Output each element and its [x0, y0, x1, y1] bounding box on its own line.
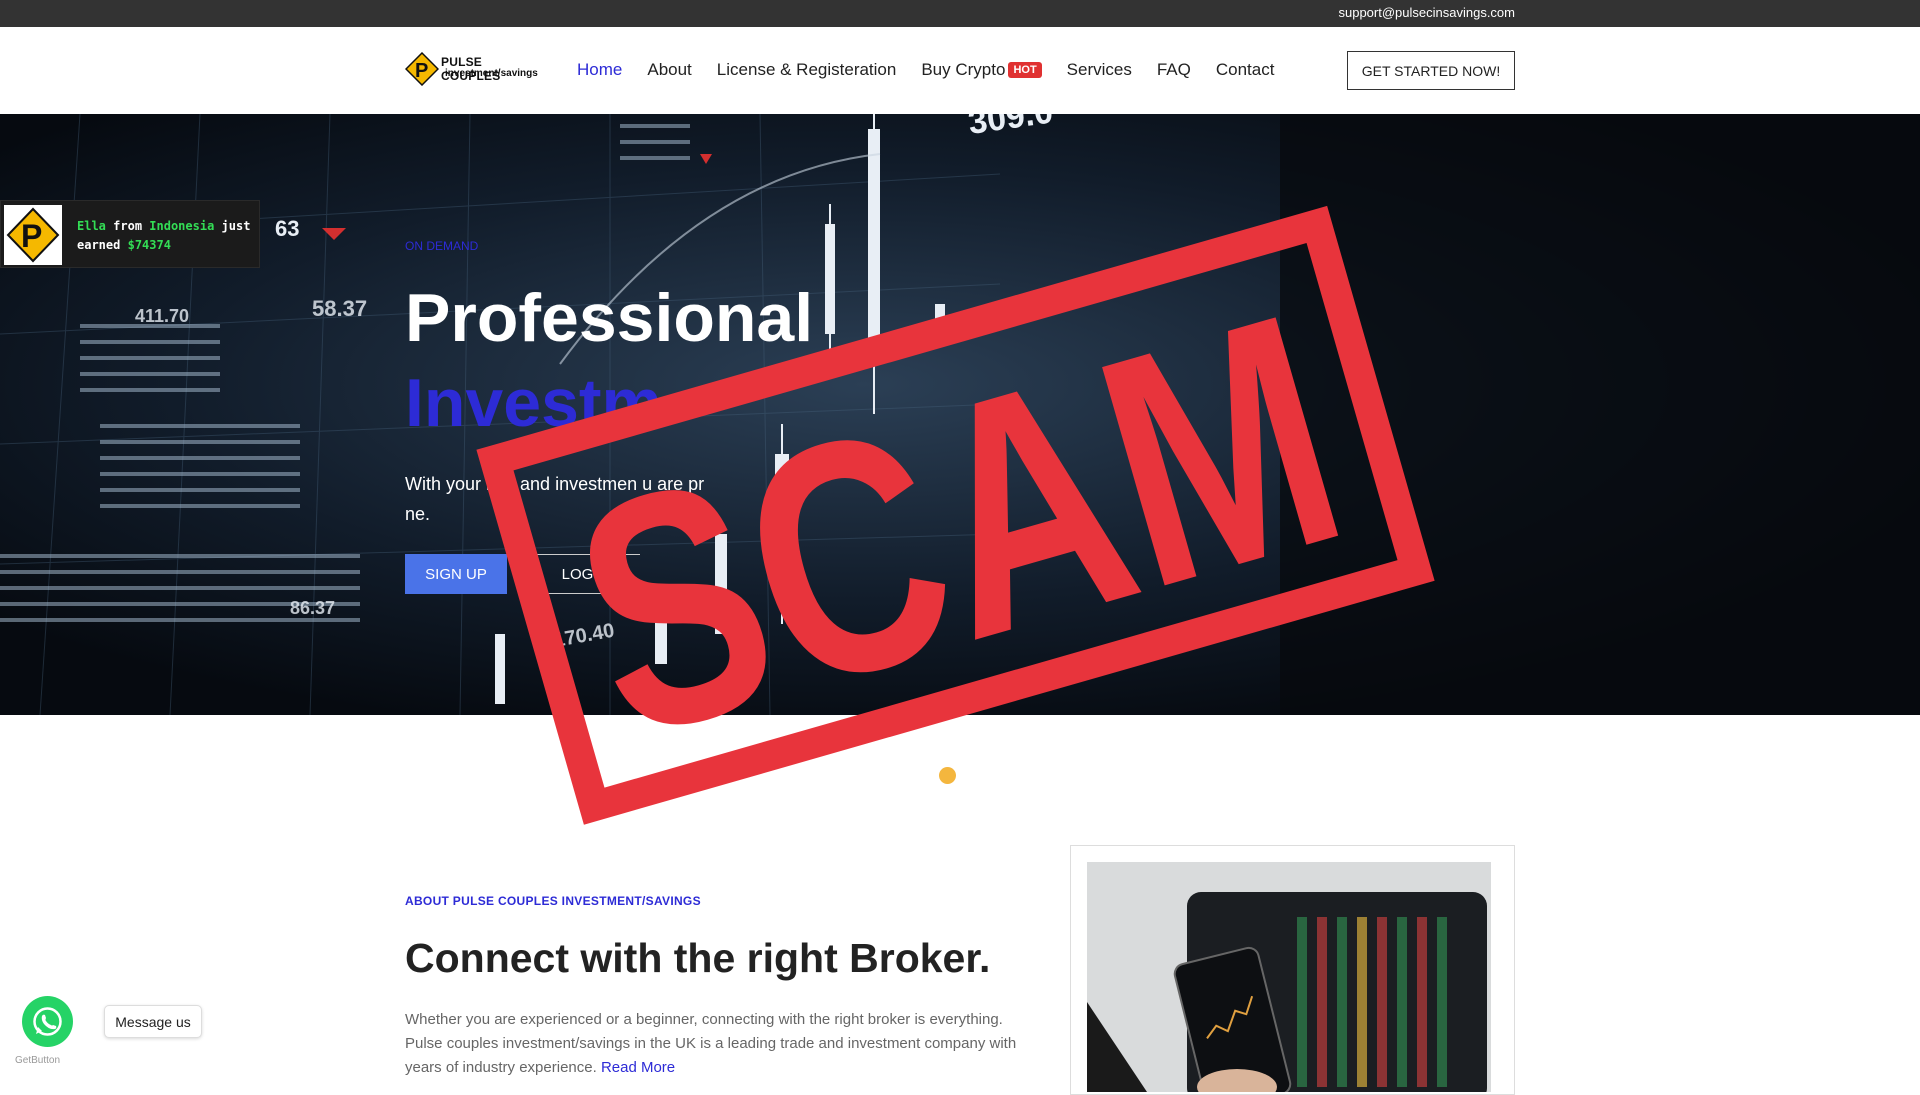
read-more-link[interactable]: Read More [601, 1059, 675, 1076]
slider-dot[interactable] [939, 767, 956, 784]
notification-name: Ella [77, 219, 106, 233]
chart-number-6: 86.37 [290, 598, 335, 618]
nav-license[interactable]: License & Registeration [717, 60, 897, 80]
about-paragraph: Whether you are experienced or a beginne… [405, 1011, 1017, 1076]
notification-text: Ella from Indonesia just earned $74374 [77, 217, 257, 255]
svg-text:P: P [415, 60, 428, 82]
notification-country: Indonesia [149, 219, 215, 233]
whatsapp-icon [33, 1007, 62, 1036]
nav-faq[interactable]: FAQ [1157, 60, 1191, 80]
nav-about[interactable]: About [647, 60, 691, 80]
hero-title-line-1: Professional [405, 280, 814, 356]
stock-chart-background: 309.0 63 58.37 411.70 170.40 86.37 [0, 114, 1920, 715]
notification-from: from [113, 219, 143, 233]
pulse-couples-logo-icon: P [405, 52, 439, 86]
earnings-notification[interactable]: P Ella from Indonesia just earned $74374 [0, 200, 260, 268]
main-nav: Home About License & Registeration Buy C… [577, 60, 1299, 80]
nav-contact[interactable]: Contact [1216, 60, 1275, 80]
top-bar: support@pulsecinsavings.com [0, 0, 1920, 27]
notification-just: just [221, 219, 251, 233]
hot-badge: HOT [1008, 62, 1042, 78]
nav-home[interactable]: Home [577, 60, 622, 80]
hero-title-line-2: Investm [405, 365, 662, 441]
chart-number-2: 63 [275, 216, 299, 241]
about-kicker: ABOUT PULSE COUPLES INVESTMENT/SAVINGS [405, 894, 701, 908]
hero-kicker: ON DEMAND [405, 239, 479, 253]
whatsapp-button[interactable] [22, 996, 73, 1047]
hero-banner: 309.0 63 58.37 411.70 170.40 86.37 ON DE… [0, 114, 1920, 715]
notification-earned: earned [77, 238, 121, 252]
site-header: P PULSE COUPLES investment/savings Home … [0, 27, 1920, 114]
nav-buy-crypto-label: Buy Crypto [921, 60, 1006, 79]
phone-trading-photo [1087, 862, 1491, 1092]
nav-services[interactable]: Services [1067, 60, 1132, 80]
getbutton-credit[interactable]: GetButton [15, 1055, 60, 1066]
site-logo[interactable]: P PULSE COUPLES investment/savings [405, 52, 540, 88]
pulse-couples-logo-icon: P [4, 205, 62, 265]
about-text: Whether you are experienced or a beginne… [405, 1008, 1035, 1080]
support-email[interactable]: support@pulsecinsavings.com [1338, 5, 1515, 20]
get-started-button[interactable]: GET STARTED NOW! [1347, 51, 1515, 90]
message-us-label[interactable]: Message us [104, 1005, 202, 1038]
about-title: Connect with the right Broker. [405, 935, 991, 981]
chart-number-4: 411.70 [135, 306, 189, 326]
hero-subtitle: With your ngs and investmen u are pr ne. [405, 474, 705, 524]
logo-line-2: investment/savings [445, 68, 538, 79]
chart-number-3: 58.37 [312, 296, 367, 321]
about-photo-card [1070, 845, 1515, 1095]
login-button[interactable]: LOGIN [530, 554, 640, 594]
svg-text:P: P [21, 218, 42, 254]
signup-button[interactable]: SIGN UP [405, 554, 507, 594]
nav-buy-crypto[interactable]: Buy Crypto HOT [921, 60, 1042, 80]
notification-amount: $74374 [127, 238, 171, 252]
